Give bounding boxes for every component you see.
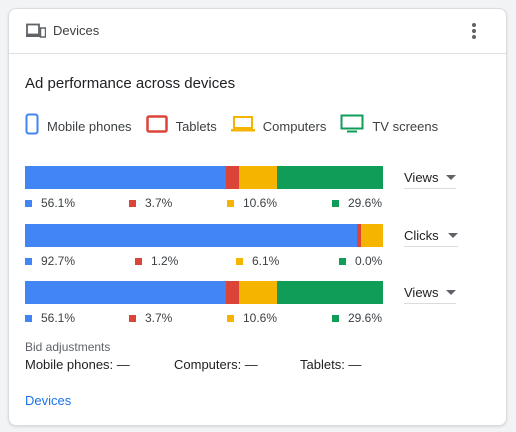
devices-card: Devices Ad performance across devices Mo… bbox=[8, 8, 507, 426]
value-tablets: 3.7% bbox=[129, 196, 172, 210]
legend-label: Tablets bbox=[175, 118, 217, 134]
value-tv: 29.6% bbox=[332, 196, 382, 210]
bar-segment-tv-screens bbox=[277, 166, 383, 189]
value-mobile: 56.1% bbox=[25, 196, 75, 210]
card-title: Devices bbox=[53, 23, 100, 38]
value-computers: 10.6% bbox=[227, 311, 277, 325]
stacked-bar bbox=[25, 166, 383, 189]
metric-dropdown[interactable]: Views bbox=[404, 281, 456, 304]
value-computers: 10.6% bbox=[227, 196, 277, 210]
legend-item-mobile-phones: Mobile phones bbox=[25, 113, 132, 140]
bar-values: 92.7% 1.2% 6.1% 0.0% bbox=[25, 254, 383, 270]
value-computers: 6.1% bbox=[236, 254, 279, 268]
bar-segment-computers bbox=[239, 281, 277, 304]
tablet-icon bbox=[145, 114, 168, 138]
value-tv: 29.6% bbox=[332, 311, 382, 325]
bid-mobile-phones: Mobile phones: — bbox=[25, 357, 130, 372]
card-header: Devices bbox=[9, 9, 506, 54]
tv-icon bbox=[340, 114, 364, 139]
legend-label: Computers bbox=[262, 118, 327, 134]
caret-down-icon bbox=[446, 174, 456, 180]
value-tablets: 1.2% bbox=[135, 254, 178, 268]
bar-segment-mobile-phones bbox=[25, 224, 357, 247]
bar-segment-tv-screens bbox=[277, 281, 383, 304]
bar-segment-tablets bbox=[225, 281, 240, 304]
value-tv: 0.0% bbox=[339, 254, 382, 268]
legend-label: TV screens bbox=[372, 118, 439, 134]
legend-item-tablets: Tablets bbox=[145, 114, 217, 138]
devices-icon bbox=[26, 23, 47, 44]
stacked-bar bbox=[25, 224, 383, 247]
bar-segment-tablets bbox=[225, 166, 240, 189]
bar-values: 56.1% 3.7% 10.6% 29.6% bbox=[25, 196, 383, 212]
bar-segment-mobile-phones bbox=[25, 166, 226, 189]
device-legend: Mobile phones Tablets Computers TV scree… bbox=[25, 113, 452, 140]
bar-values: 56.1% 3.7% 10.6% 29.6% bbox=[25, 311, 383, 327]
laptop-icon bbox=[230, 115, 255, 138]
legend-label: Mobile phones bbox=[47, 118, 132, 134]
mobile-phone-icon bbox=[25, 113, 39, 140]
value-mobile: 92.7% bbox=[25, 254, 75, 268]
metric-dropdown[interactable]: Views bbox=[404, 166, 456, 189]
legend-item-tv-screens: TV screens bbox=[340, 114, 438, 139]
bid-computers: Computers: — bbox=[174, 357, 258, 372]
bar-segment-mobile-phones bbox=[25, 281, 226, 304]
value-tablets: 3.7% bbox=[129, 311, 172, 325]
bar-segment-computers bbox=[239, 166, 277, 189]
stacked-bar bbox=[25, 281, 383, 304]
more-vert-icon[interactable] bbox=[464, 21, 484, 41]
bar-segment-computers bbox=[361, 224, 383, 247]
bid-tablets: Tablets: — bbox=[300, 357, 362, 372]
devices-link[interactable]: Devices bbox=[25, 393, 71, 408]
metric-dropdown[interactable]: Clicks bbox=[404, 224, 458, 247]
caret-down-icon bbox=[448, 232, 458, 238]
bid-adjustments-title: Bid adjustments bbox=[25, 340, 111, 354]
caret-down-icon bbox=[446, 289, 456, 295]
bid-adjustments-row: Mobile phones: — Computers: — Tablets: — bbox=[25, 357, 485, 375]
value-mobile: 56.1% bbox=[25, 311, 75, 325]
legend-item-computers: Computers bbox=[230, 115, 327, 138]
section-title: Ad performance across devices bbox=[25, 75, 236, 92]
